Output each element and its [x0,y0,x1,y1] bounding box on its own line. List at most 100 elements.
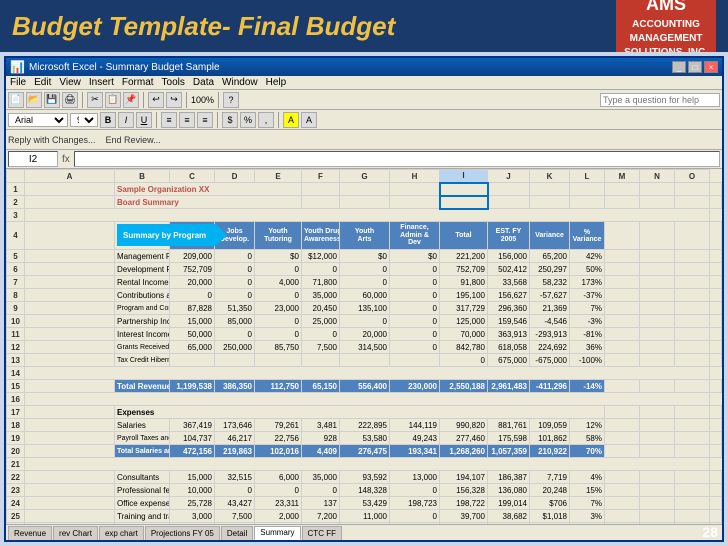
cell-b7[interactable]: Rental Income [115,276,170,289]
cell-c11[interactable]: 50,000 [170,328,215,341]
cell-a23[interactable] [25,484,115,497]
cell-d15[interactable]: 386,350 [215,380,255,393]
cell-f22[interactable]: 35,000 [302,471,340,484]
cell-f2[interactable] [302,196,340,209]
cell-g5[interactable]: $0 [340,250,390,263]
print-button[interactable]: 🖨 [62,92,78,108]
name-box[interactable] [8,151,58,167]
cell-i13[interactable]: 0 [440,354,488,367]
cell-m15[interactable] [605,380,640,393]
cell-n12[interactable] [640,341,675,354]
tab-rev-chart[interactable]: rev Chart [53,526,98,540]
cell-k15[interactable]: -411,296 [530,380,570,393]
cell-i4[interactable]: Total [440,222,488,250]
cell-k8[interactable]: -57,627 [530,289,570,302]
italic-button[interactable]: I [118,112,134,128]
cell-c18[interactable]: 367,419 [170,419,215,432]
cell-b18[interactable]: Salaries [115,419,170,432]
cell-g18[interactable]: 222,895 [340,419,390,432]
cell-b5[interactable]: Management Fees [115,250,170,263]
help-button[interactable]: ? [223,92,239,108]
cell-o8[interactable] [675,289,710,302]
cell-l13[interactable]: -100% [570,354,605,367]
cell-i10[interactable]: 125,000 [440,315,488,328]
cell-k5[interactable]: 65,200 [530,250,570,263]
menu-file[interactable]: File [10,77,26,88]
cell-h25[interactable]: 0 [390,510,440,523]
cell-a4[interactable] [25,222,115,250]
cell-e22[interactable]: 6,000 [255,471,302,484]
cell-c8[interactable]: 0 [170,289,215,302]
cell-e8[interactable]: 0 [255,289,302,302]
cell-h4[interactable]: Finance,Admin &Dev [390,222,440,250]
cell-g13[interactable] [340,354,390,367]
cell-j1[interactable] [488,183,530,196]
cell-a18[interactable] [25,419,115,432]
cell-m1[interactable] [605,183,640,196]
cell-a2[interactable] [25,196,115,209]
cell-a8[interactable] [25,289,115,302]
cell-e23[interactable]: 0 [255,484,302,497]
undo-button[interactable]: ↩ [148,92,164,108]
cell-a9[interactable] [25,302,115,315]
align-right-button[interactable]: ≡ [197,112,213,128]
cell-g9[interactable]: 135,100 [340,302,390,315]
cell-f12[interactable]: 7,500 [302,341,340,354]
cell-i11[interactable]: 70,000 [440,328,488,341]
cell-a12[interactable] [25,341,115,354]
cell-p6[interactable] [710,263,722,276]
cell-n23[interactable] [640,484,675,497]
formula-input[interactable] [74,151,720,167]
cell-m25[interactable] [605,510,640,523]
cell-n7[interactable] [640,276,675,289]
cell-e9[interactable]: 23,000 [255,302,302,315]
cell-row3[interactable] [25,209,710,222]
cell-f15[interactable]: 65,150 [302,380,340,393]
tab-projections[interactable]: Projections FY 05 [145,526,220,540]
cell-l12[interactable]: 36% [570,341,605,354]
cell-b23[interactable]: Professional fees [115,484,170,497]
cell-n5[interactable] [640,250,675,263]
cell-k11[interactable]: -293,913 [530,328,570,341]
cell-g24[interactable]: 53,429 [340,497,390,510]
cell-h6[interactable]: 0 [390,263,440,276]
menu-insert[interactable]: Insert [89,77,114,88]
cell-e15[interactable]: 112,750 [255,380,302,393]
cell-o11[interactable] [675,328,710,341]
cell-e5[interactable]: $0 [255,250,302,263]
cell-m17[interactable] [605,406,640,419]
cell-c19[interactable]: 104,737 [170,432,215,445]
cell-l4[interactable]: %Variance [570,222,605,250]
cell-b13[interactable]: Tax Credit Hibernian Hall [115,354,170,367]
cell-l25[interactable]: 3% [570,510,605,523]
cell-m7[interactable] [605,276,640,289]
cell-n22[interactable] [640,471,675,484]
cell-f10[interactable]: 25,000 [302,315,340,328]
cell-n2[interactable] [640,196,675,209]
cell-o4[interactable] [675,222,710,250]
cell-f18[interactable]: 3,481 [302,419,340,432]
cell-b12[interactable]: Grants Received/Released [115,341,170,354]
cell-k2[interactable] [530,196,570,209]
cell-d13[interactable] [215,354,255,367]
cell-e4[interactable]: YouthTutoring [255,222,302,250]
cell-h9[interactable]: 0 [390,302,440,315]
cell-n1[interactable] [640,183,675,196]
cell-c20[interactable]: 472,156 [170,445,215,458]
menu-help[interactable]: Help [266,77,287,88]
tab-detail[interactable]: Detail [221,526,253,540]
cell-e7[interactable]: 4,000 [255,276,302,289]
cell-i9[interactable]: 317,729 [440,302,488,315]
cell-j8[interactable]: 156,627 [488,289,530,302]
cell-m6[interactable] [605,263,640,276]
cell-p13[interactable] [710,354,722,367]
cell-k18[interactable]: 109,059 [530,419,570,432]
cell-p20[interactable] [710,445,722,458]
cell-c7[interactable]: 20,000 [170,276,215,289]
open-button[interactable]: 📂 [26,92,42,108]
cell-b9[interactable]: Program and Contract Revenue [115,302,170,315]
underline-button[interactable]: U [136,112,152,128]
cell-p22[interactable] [710,471,722,484]
cell-n6[interactable] [640,263,675,276]
cell-m5[interactable] [605,250,640,263]
